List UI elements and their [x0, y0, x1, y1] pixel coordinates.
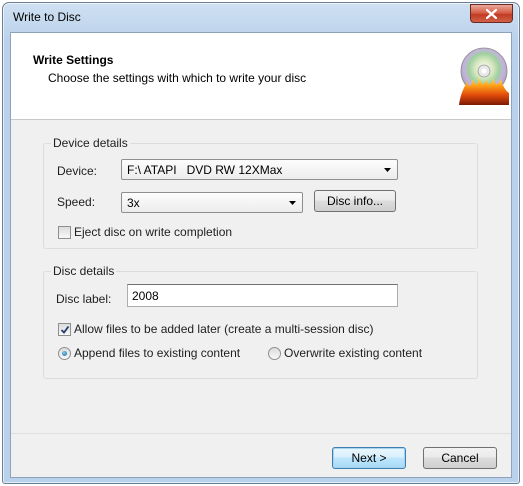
device-dropdown[interactable]: F:\ ATAPI DVD RW 12XMax: [121, 159, 398, 180]
chevron-down-icon: [384, 168, 391, 172]
disc-info-label: Disc info...: [326, 194, 383, 208]
radio-selected-dot: [62, 351, 67, 356]
disc-label-value: 2008: [132, 289, 159, 303]
header-panel: Write Settings Choose the settings with …: [11, 33, 511, 120]
disc-label-label: Disc label:: [56, 292, 112, 306]
write-to-disc-window: Write to Disc Write Settings Choose the …: [2, 2, 520, 484]
device-value: F:\ ATAPI DVD RW 12XMax: [127, 163, 283, 177]
chevron-down-icon: [289, 201, 296, 205]
disc-info-button[interactable]: Disc info...: [314, 190, 396, 212]
cancel-button[interactable]: Cancel: [423, 447, 497, 469]
next-label: Next >: [351, 451, 387, 465]
append-label[interactable]: Append files to existing content: [74, 346, 240, 360]
speed-value: 3x: [127, 196, 140, 210]
device-label: Device:: [57, 164, 98, 178]
device-details-label: Device details: [51, 136, 130, 150]
disc-details-label: Disc details: [51, 264, 117, 278]
close-button[interactable]: [470, 4, 513, 23]
multisession-label[interactable]: Allow files to be added later (create a …: [74, 322, 373, 336]
title-bar[interactable]: Write to Disc: [3, 3, 519, 31]
dialog-client-area: Write Settings Choose the settings with …: [10, 32, 512, 478]
disc-label-input[interactable]: 2008: [127, 284, 398, 307]
overwrite-label[interactable]: Overwrite existing content: [284, 346, 422, 360]
next-button[interactable]: Next >: [332, 447, 406, 469]
checkmark-icon: [60, 325, 70, 334]
append-radio[interactable]: [58, 347, 71, 360]
speed-label: Speed:: [57, 195, 96, 209]
overwrite-radio[interactable]: [268, 347, 281, 360]
header-title: Write Settings: [33, 53, 114, 67]
footer-separator: [11, 433, 511, 434]
eject-checkbox[interactable]: [58, 226, 71, 239]
eject-label[interactable]: Eject disc on write completion: [74, 225, 232, 239]
speed-dropdown[interactable]: 3x: [121, 192, 303, 213]
disc-burn-icon: [459, 47, 509, 105]
window-title: Write to Disc: [13, 10, 81, 24]
header-subtitle: Choose the settings with which to write …: [48, 71, 307, 85]
multisession-checkbox[interactable]: [58, 323, 71, 336]
cancel-label: Cancel: [441, 451, 479, 465]
close-icon: [486, 8, 497, 19]
